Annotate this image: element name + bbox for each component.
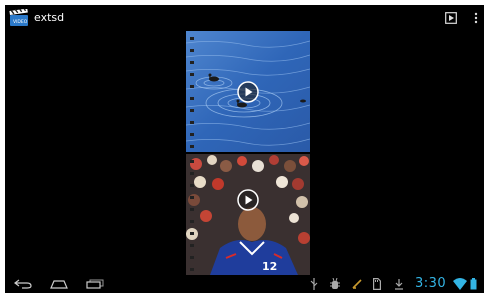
- video-thumbnail-football[interactable]: 12: [186, 154, 310, 275]
- recent-apps-button[interactable]: [85, 277, 105, 291]
- overflow-menu-button[interactable]: [471, 9, 481, 27]
- battery-icon: [470, 278, 477, 290]
- jersey-number: 12: [262, 260, 277, 273]
- debug-icon: [330, 278, 340, 290]
- action-bar: VIDEO extsd: [5, 5, 484, 31]
- play-icon[interactable]: [237, 80, 259, 103]
- back-button[interactable]: [13, 277, 33, 291]
- svg-text:VIDEO: VIDEO: [13, 19, 28, 25]
- overflow-menu-icon: [474, 12, 478, 24]
- back-icon: [14, 279, 32, 289]
- home-button[interactable]: [49, 277, 69, 291]
- page-title: extsd: [34, 11, 65, 24]
- slideshow-button[interactable]: [443, 9, 459, 27]
- usb-icon: [310, 278, 318, 290]
- video-gallery-clapper-icon[interactable]: VIDEO: [9, 6, 29, 27]
- sd-card-icon: [373, 278, 381, 290]
- video-thumbnail-ducks[interactable]: [186, 31, 310, 152]
- home-icon: [50, 280, 68, 289]
- download-icon: [394, 278, 404, 290]
- wifi-icon: [453, 278, 467, 290]
- recent-apps-icon: [86, 279, 104, 289]
- battery-charging-icon: [352, 278, 362, 290]
- play-icon[interactable]: [237, 189, 259, 211]
- slideshow-play-icon: [445, 12, 457, 24]
- screenshot-frame: VIDEO extsd 12 3:30: [0, 0, 489, 298]
- tablet-screen: VIDEO extsd 12 3:30: [5, 5, 484, 293]
- gallery-album-view: 12: [5, 31, 484, 275]
- system-bar: 3:30: [5, 275, 484, 293]
- clock[interactable]: 3:30: [415, 276, 446, 292]
